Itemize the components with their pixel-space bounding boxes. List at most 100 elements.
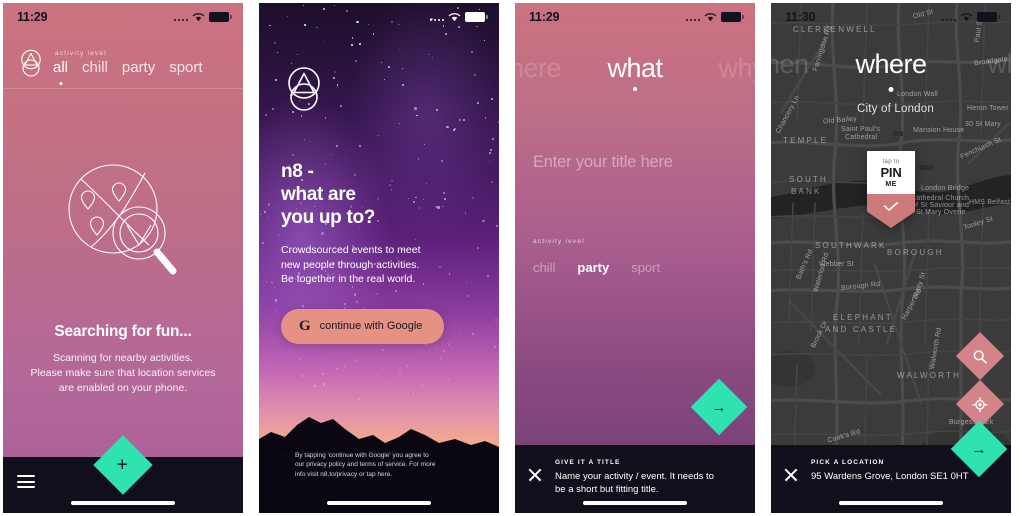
pin-me-marker[interactable]: tap to PIN ME bbox=[867, 151, 915, 228]
hint-body-line-2: be a short but fitting title. bbox=[555, 484, 659, 495]
map-label: TEMPLE bbox=[783, 136, 829, 145]
status-icons bbox=[429, 12, 488, 22]
plus-icon: + bbox=[117, 454, 129, 476]
map-label: BOROUGH bbox=[887, 248, 944, 257]
carousel-indicator-dot bbox=[888, 87, 894, 92]
step-carousel[interactable]: hen where wh bbox=[771, 41, 1011, 87]
activity-tabs: all chill party sport bbox=[53, 59, 203, 76]
map-label: WALWORTH bbox=[897, 371, 962, 380]
pin-footer bbox=[867, 194, 915, 228]
pin-title: PIN bbox=[880, 165, 902, 180]
activity-level-label: activity level bbox=[533, 238, 585, 245]
status-bar bbox=[259, 3, 499, 31]
check-icon bbox=[883, 202, 899, 211]
tab-party[interactable]: party bbox=[122, 59, 155, 76]
activity-level-label: activity level bbox=[55, 49, 107, 57]
heading-line-1: n8 - bbox=[281, 161, 314, 182]
legal-line-3: info visit n8.to/privacy or tap here. bbox=[295, 470, 393, 478]
onboarding-content: n8 - what are you up to? Crowdsourced ev… bbox=[281, 65, 477, 344]
battery-icon bbox=[465, 12, 488, 22]
signal-icon bbox=[941, 13, 956, 21]
map-label: Saint Paul's bbox=[841, 126, 881, 133]
location-kicker: PICK A LOCATION bbox=[811, 459, 885, 466]
desc-line-3: Be together in the real world. bbox=[281, 273, 416, 285]
home-indicator bbox=[327, 500, 431, 505]
google-g-icon: G bbox=[299, 317, 311, 334]
carousel-next-label[interactable]: wh bbox=[987, 49, 1011, 80]
carousel-next-label[interactable]: why bbox=[718, 53, 755, 84]
map-label: St Mary Overie bbox=[916, 209, 966, 216]
status-bar: 11:30 bbox=[771, 3, 1011, 31]
hint-kicker: GIVE IT A TITLE bbox=[555, 459, 621, 466]
map-label: Heron Tower bbox=[967, 105, 1009, 112]
home-indicator bbox=[71, 500, 175, 505]
wifi-icon bbox=[960, 13, 973, 22]
map-label: Cathedral bbox=[845, 134, 878, 141]
carousel-prev-label[interactable]: hen bbox=[771, 49, 809, 80]
home-indicator bbox=[839, 500, 943, 505]
battery-icon bbox=[209, 12, 232, 22]
level-sport[interactable]: sport bbox=[631, 260, 660, 275]
carousel-current-label: what bbox=[607, 52, 663, 83]
map-label: BANK bbox=[791, 187, 822, 196]
heading-line-2: what are bbox=[281, 184, 356, 205]
signal-icon bbox=[685, 13, 700, 21]
carousel-indicator-dot bbox=[633, 87, 637, 91]
screen-onboarding: n8 - what are you up to? Crowdsourced ev… bbox=[259, 3, 499, 513]
battery-icon bbox=[977, 12, 1000, 22]
status-time: 11:30 bbox=[785, 10, 816, 24]
n8-logo-icon bbox=[288, 67, 320, 111]
hamburger-icon[interactable] bbox=[17, 475, 35, 488]
level-party[interactable]: party bbox=[577, 260, 609, 275]
onboarding-description: Crowdsourced events to meet new people t… bbox=[281, 243, 477, 287]
continue-with-google-button[interactable]: G continue with Google bbox=[281, 308, 445, 344]
map-label: London Wall bbox=[897, 91, 938, 98]
desc-line-2: new people through activities. bbox=[281, 258, 420, 271]
searching-body: Searching for fun... Scanning for nearby… bbox=[3, 93, 243, 457]
pin-subtitle: ME bbox=[885, 181, 897, 188]
tab-chill[interactable]: chill bbox=[82, 59, 108, 76]
locate-icon bbox=[972, 396, 988, 412]
map-label: of St Saviour and bbox=[912, 202, 970, 209]
title-input[interactable]: Enter your title here bbox=[533, 153, 737, 172]
legal-line-1: By tapping 'continue with Google' you ag… bbox=[295, 451, 429, 459]
n8-logo-icon bbox=[21, 49, 41, 77]
level-chill[interactable]: chill bbox=[533, 260, 555, 275]
activity-level-options: chill party sport bbox=[533, 260, 737, 275]
map-label: HMS Belfast bbox=[969, 199, 1011, 206]
searching-title: Searching for fun... bbox=[54, 322, 192, 340]
status-icons bbox=[173, 12, 232, 22]
status-time: 11:29 bbox=[17, 10, 48, 24]
subtitle-line-3: are enabled on your phone. bbox=[58, 381, 188, 394]
wifi-icon bbox=[192, 13, 205, 22]
map-label: SOUTHWARK bbox=[815, 241, 887, 250]
carousel-prev-label[interactable]: here bbox=[515, 53, 562, 84]
onboarding-heading: n8 - what are you up to? bbox=[281, 160, 477, 229]
searching-subtitle: Scanning for nearby activities. Please m… bbox=[30, 351, 215, 396]
home-indicator bbox=[583, 500, 687, 505]
hint-body-line-1: Name your activity / event. It needs to bbox=[555, 471, 714, 482]
map-label: AND CASTLE bbox=[825, 325, 898, 334]
close-icon[interactable] bbox=[527, 467, 543, 483]
heading-line-3: you up to? bbox=[281, 207, 376, 228]
wifi-icon bbox=[448, 13, 461, 22]
status-bar: 11:29 bbox=[515, 3, 755, 31]
close-icon[interactable] bbox=[783, 467, 799, 483]
next-step-button[interactable]: → bbox=[690, 378, 748, 436]
screen-where: CLERKENWELL Old St Paul St Farringdon Rd… bbox=[771, 3, 1011, 513]
globe-magnifier-icon bbox=[68, 163, 177, 274]
step-carousel[interactable]: here what why bbox=[515, 43, 755, 93]
map-label: London Bridge bbox=[921, 185, 970, 192]
map-label: 30 St Mary bbox=[965, 121, 1001, 128]
location-text: PICK A LOCATION 95 Wardens Grove, London… bbox=[811, 457, 969, 483]
battery-icon bbox=[721, 12, 744, 22]
subtitle-line-1: Scanning for nearby activities. bbox=[52, 351, 194, 364]
search-icon bbox=[973, 349, 987, 363]
status-bar: 11:29 bbox=[3, 3, 243, 31]
continue-with-google-label: continue with Google bbox=[319, 320, 423, 332]
arrow-right-icon: → bbox=[711, 398, 727, 416]
tab-all[interactable]: all bbox=[53, 59, 68, 76]
tab-sport[interactable]: sport bbox=[169, 59, 202, 76]
status-icons bbox=[685, 12, 744, 22]
screen-searching: 11:29 activity level all chill party spo… bbox=[3, 3, 243, 513]
